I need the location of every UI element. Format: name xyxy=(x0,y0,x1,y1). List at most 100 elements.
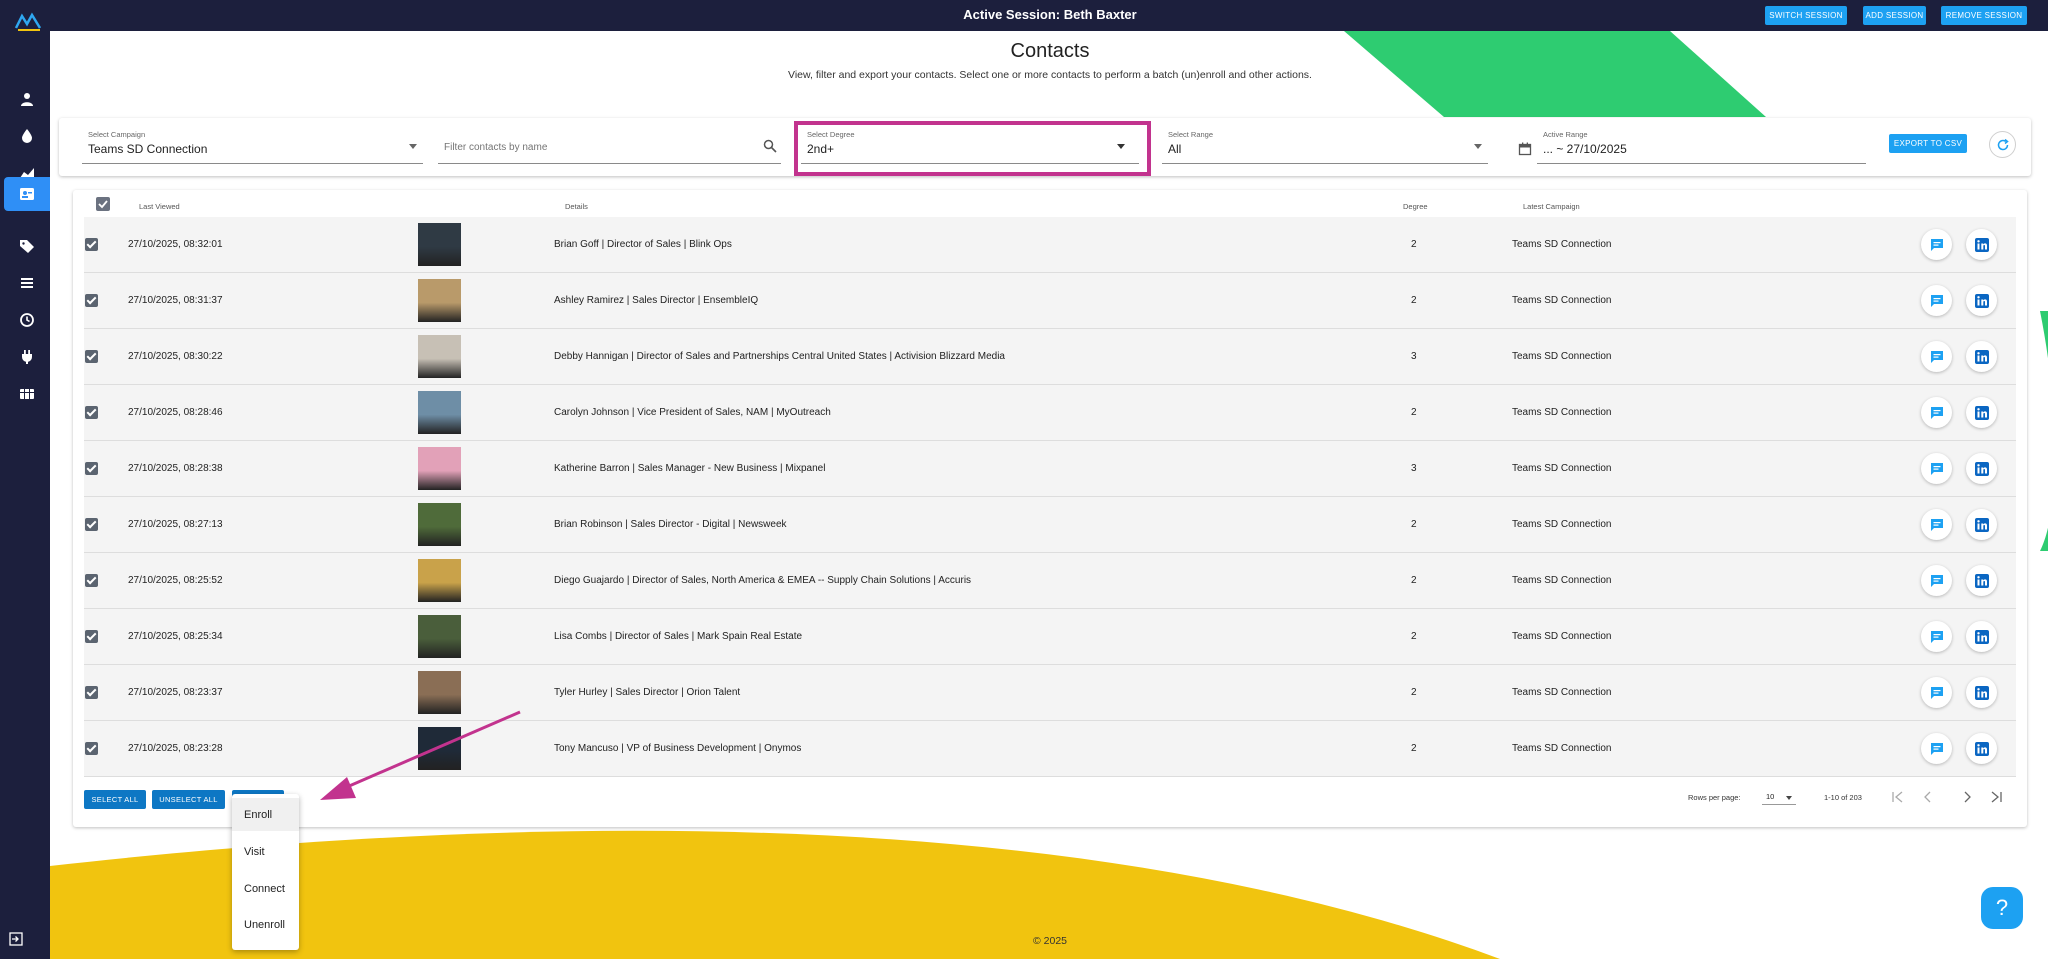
row-campaign: Teams SD Connection xyxy=(1512,575,1612,586)
table-row[interactable]: 27/10/2025, 08:31:37 Ashley Ramirez | Sal… xyxy=(84,273,2016,329)
message-button[interactable] xyxy=(1921,565,1952,596)
linkedin-icon xyxy=(1974,237,1989,252)
table-row[interactable]: 27/10/2025, 08:27:13 Brian Robinson | Sal… xyxy=(84,497,2016,553)
sidebar-item-lists[interactable] xyxy=(4,266,50,300)
row-last-viewed: 27/10/2025, 08:32:01 xyxy=(128,239,223,250)
row-checkbox[interactable] xyxy=(85,742,98,755)
table-row[interactable]: 27/10/2025, 08:25:34 Lisa Combs | Directo… xyxy=(84,609,2016,665)
message-button[interactable] xyxy=(1921,509,1952,540)
refresh-button[interactable] xyxy=(1989,131,2016,158)
linkedin-button[interactable] xyxy=(1966,397,1997,428)
message-button[interactable] xyxy=(1921,621,1952,652)
linkedin-button[interactable] xyxy=(1966,677,1997,708)
row-details[interactable]: Brian Goff | Director of Sales | Blink O… xyxy=(554,239,732,250)
contact-search[interactable] xyxy=(438,128,781,164)
linkedin-button[interactable] xyxy=(1966,229,1997,260)
sidebar-item-drip[interactable] xyxy=(4,118,50,152)
first-page-icon[interactable] xyxy=(1890,789,1906,805)
campaign-select[interactable]: Select Campaign Teams SD Connection xyxy=(82,128,423,164)
active-range-field[interactable]: Active Range ... ~ 27/10/2025 xyxy=(1537,128,1866,164)
unselect-all-button[interactable]: UNSELECT ALL xyxy=(152,790,225,809)
sidebar-item-history[interactable] xyxy=(4,303,50,337)
sidebar-item-tags[interactable] xyxy=(4,229,50,263)
row-details[interactable]: Tony Mancuso | VP of Business Developmen… xyxy=(554,743,801,754)
add-session-button[interactable]: ADD SESSION xyxy=(1863,6,1926,25)
message-button[interactable] xyxy=(1921,397,1952,428)
linkedin-icon xyxy=(1974,405,1989,420)
row-checkbox[interactable] xyxy=(85,574,98,587)
row-checkbox[interactable] xyxy=(85,686,98,699)
avatar xyxy=(418,391,461,434)
linkedin-button[interactable] xyxy=(1966,565,1997,596)
avatar xyxy=(418,335,461,378)
table-row[interactable]: 27/10/2025, 08:28:46 Carolyn Johnson | Vi… xyxy=(84,385,2016,441)
search-icon[interactable] xyxy=(763,139,777,153)
row-campaign: Teams SD Connection xyxy=(1512,743,1612,754)
table-row[interactable]: 27/10/2025, 08:25:52 Diego Guajardo | Dir… xyxy=(84,553,2016,609)
sidebar-item-integrations[interactable] xyxy=(4,340,50,374)
row-last-viewed: 27/10/2025, 08:30:22 xyxy=(128,351,223,362)
logout-icon[interactable] xyxy=(9,932,23,946)
footer-copyright: © 2025 xyxy=(1032,935,1067,947)
sidebar-item-contacts[interactable] xyxy=(4,177,50,211)
row-checkbox[interactable] xyxy=(85,238,98,251)
help-button[interactable]: ? xyxy=(1981,887,2023,929)
table-row[interactable]: 27/10/2025, 08:32:01 Brian Goff | Directo… xyxy=(84,217,2016,273)
row-checkbox[interactable] xyxy=(85,630,98,643)
row-details[interactable]: Ashley Ramirez | Sales Director | Ensemb… xyxy=(554,295,758,306)
row-details[interactable]: Carolyn Johnson | Vice President of Sale… xyxy=(554,407,831,418)
previous-page-icon[interactable] xyxy=(1920,789,1936,805)
message-button[interactable] xyxy=(1921,229,1952,260)
select-all-checkbox[interactable] xyxy=(96,197,110,211)
message-button[interactable] xyxy=(1921,341,1952,372)
actions-dropdown-menu: Enroll Visit Connect Unenroll xyxy=(232,794,299,950)
last-page-icon[interactable] xyxy=(1988,789,2004,805)
row-checkbox[interactable] xyxy=(85,294,98,307)
linkedin-button[interactable] xyxy=(1966,509,1997,540)
row-details[interactable]: Diego Guajardo | Director of Sales, Nort… xyxy=(554,575,971,586)
rows-per-page-select[interactable]: 10 xyxy=(1762,789,1796,805)
remove-session-button[interactable]: REMOVE SESSION xyxy=(1941,6,2027,25)
range-select[interactable]: Select Range All xyxy=(1162,128,1488,164)
export-csv-button[interactable]: EXPORT TO CSV xyxy=(1889,134,1967,153)
switch-session-button[interactable]: SWITCH SESSION xyxy=(1765,6,1847,25)
menu-item-enroll[interactable]: Enroll xyxy=(232,798,299,831)
row-details[interactable]: Tyler Hurley | Sales Director | Orion Ta… xyxy=(554,687,740,698)
row-checkbox[interactable] xyxy=(85,406,98,419)
row-details[interactable]: Brian Robinson | Sales Director - Digita… xyxy=(554,519,787,530)
row-checkbox[interactable] xyxy=(85,350,98,363)
row-degree: 2 xyxy=(1411,295,1417,306)
chat-icon xyxy=(1930,686,1943,699)
avatar xyxy=(418,559,461,602)
message-button[interactable] xyxy=(1921,453,1952,484)
row-details[interactable]: Debby Hannigan | Director of Sales and P… xyxy=(554,351,1005,362)
message-button[interactable] xyxy=(1921,677,1952,708)
avatar xyxy=(418,279,461,322)
row-details[interactable]: Katherine Barron | Sales Manager - New B… xyxy=(554,463,825,474)
menu-item-visit[interactable]: Visit xyxy=(232,835,299,868)
row-checkbox[interactable] xyxy=(85,518,98,531)
next-page-icon[interactable] xyxy=(1959,789,1975,805)
linkedin-button[interactable] xyxy=(1966,733,1997,764)
sidebar-item-profile[interactable] xyxy=(4,82,50,116)
table-header: Last Viewed Details Degree Latest Campai… xyxy=(83,196,2017,216)
avatar xyxy=(418,223,461,266)
table-row[interactable]: 27/10/2025, 08:28:38 Katherine Barron | S… xyxy=(84,441,2016,497)
sidebar-item-table[interactable] xyxy=(4,377,50,411)
menu-item-connect[interactable]: Connect xyxy=(232,872,299,905)
linkedin-button[interactable] xyxy=(1966,285,1997,316)
row-checkbox[interactable] xyxy=(85,462,98,475)
drop-icon xyxy=(22,129,32,143)
select-all-button[interactable]: SELECT ALL xyxy=(84,790,146,809)
calendar-icon[interactable] xyxy=(1518,142,1532,156)
message-button[interactable] xyxy=(1921,733,1952,764)
table-row[interactable]: 27/10/2025, 08:30:22 Debby Hannigan | Dir… xyxy=(84,329,2016,385)
linkedin-button[interactable] xyxy=(1966,341,1997,372)
annotation-arrow xyxy=(320,710,521,800)
linkedin-button[interactable] xyxy=(1966,453,1997,484)
contact-search-input[interactable] xyxy=(444,142,744,153)
row-details[interactable]: Lisa Combs | Director of Sales | Mark Sp… xyxy=(554,631,802,642)
message-button[interactable] xyxy=(1921,285,1952,316)
row-campaign: Teams SD Connection xyxy=(1512,463,1612,474)
linkedin-button[interactable] xyxy=(1966,621,1997,652)
